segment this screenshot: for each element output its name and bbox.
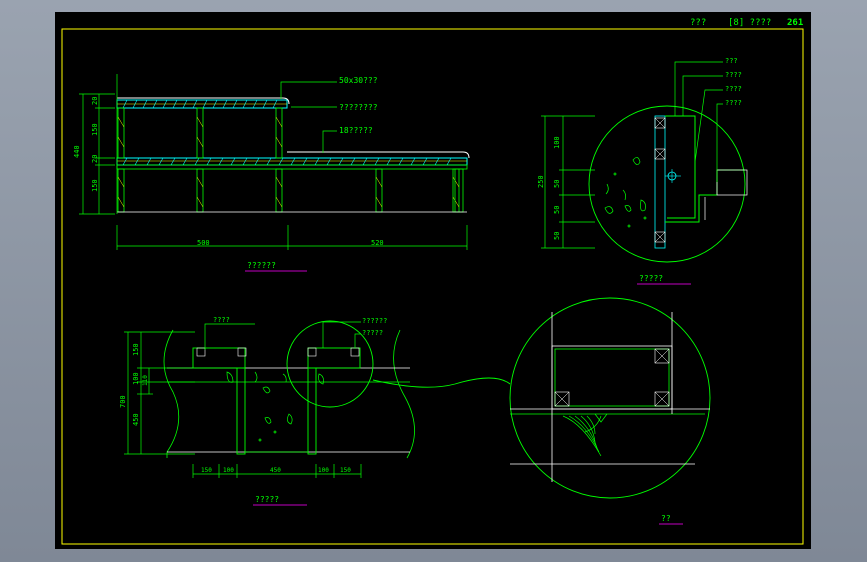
plan-dim-110: 110 [142, 375, 149, 386]
elev-dim-440: 440 [73, 145, 81, 158]
detail-dim-50b: 50 [553, 206, 561, 214]
plan-dim-150: 150 [132, 343, 140, 356]
title-sheet-ref: [8] ???? [728, 18, 771, 28]
plan-caption: ????? [255, 495, 279, 504]
plan-dim-700: 700 [119, 395, 127, 408]
plan-dim-h-100b: 100 [318, 467, 329, 474]
detail-callout-3: ???? [725, 85, 742, 93]
drawing-sheet: ??? [8] ???? 261 440 150 150 20 20 500 5… [55, 12, 811, 549]
plan-section-view: 700 150 100 110 450 150 100 450 100 150 … [119, 316, 511, 506]
title-name: ??? [690, 18, 706, 28]
detail-dim-250: 250 [537, 175, 545, 188]
elev-dim-20-top: 20 [91, 97, 99, 105]
elev-callout-1: 50x30??? [339, 76, 378, 85]
elev-dim-500: 500 [197, 239, 210, 247]
plan-dim-h-100a: 100 [223, 467, 234, 474]
detail-section-view: 250 100 50 50 50 ??? ???? ???? ???? ????… [537, 57, 748, 285]
elev-callout-3: 18????? [339, 126, 373, 135]
elev-dim-520: 520 [371, 239, 384, 247]
detail-callout-4: ???? [725, 99, 742, 107]
cad-viewport[interactable]: ??? [8] ???? 261 440 150 150 20 20 500 5… [0, 0, 867, 562]
enlarged-caption: ?? [661, 514, 671, 523]
plan-dim-100: 100 [132, 372, 140, 385]
drawing-canvas: ??? [8] ???? 261 440 150 150 20 20 500 5… [61, 18, 804, 545]
plan-dim-h-150a: 150 [201, 467, 212, 474]
enlarged-detail-view: ?? [509, 297, 711, 525]
drawing-frame [61, 28, 804, 545]
plan-dim-h-150b: 150 [340, 467, 351, 474]
detail-caption: ????? [639, 274, 663, 283]
title-page-number: 261 [787, 18, 803, 28]
elev-caption: ?????? [247, 261, 276, 270]
detail-dim-100: 100 [553, 136, 561, 149]
plan-dim-h-450: 450 [270, 467, 281, 474]
detail-dim-50a: 50 [553, 180, 561, 188]
plan-callout-1: ???? [213, 316, 230, 324]
elev-dim-150-upper: 150 [91, 123, 99, 136]
plan-callout-3: ????? [362, 329, 383, 337]
detail-callout-1: ??? [725, 57, 738, 65]
detail-dim-50c: 50 [553, 232, 561, 240]
detail-callout-2: ???? [725, 71, 742, 79]
elev-dim-150-lower: 150 [91, 179, 99, 192]
elev-dim-20-mid: 20 [91, 155, 99, 163]
elevation-view: 440 150 150 20 20 500 520 50x30??? ?????… [73, 74, 470, 272]
elev-callout-2: ???????? [339, 103, 378, 112]
plan-dim-450v: 450 [132, 413, 140, 426]
plan-callout-2: ?????? [362, 317, 387, 325]
